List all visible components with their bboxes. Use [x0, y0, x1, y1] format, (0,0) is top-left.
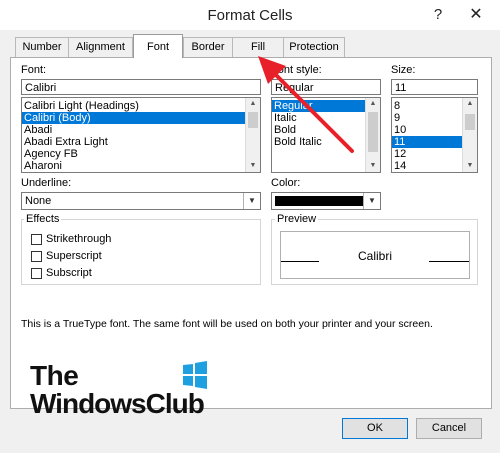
annotation-arrow-icon — [258, 56, 354, 153]
tab-font[interactable]: Font — [133, 34, 183, 58]
